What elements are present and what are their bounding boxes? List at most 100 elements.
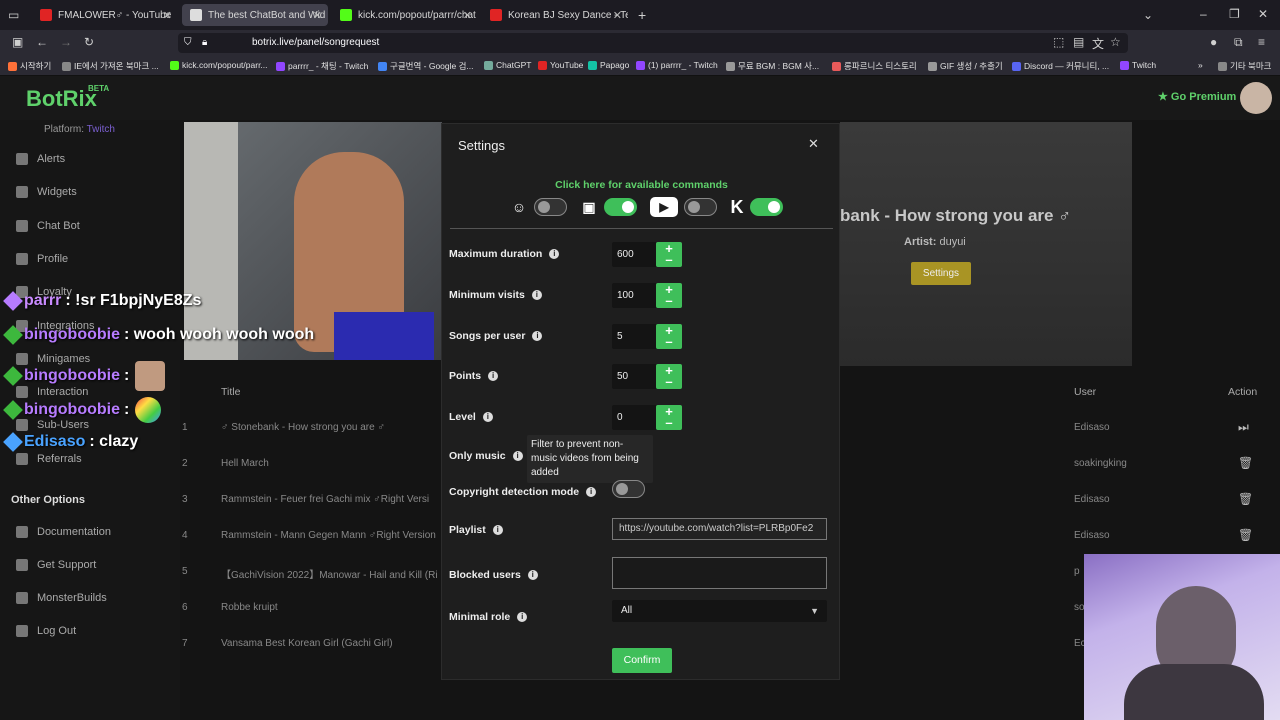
points-input[interactable]: 50 [612,364,657,389]
info-icon[interactable]: i [531,290,542,300]
toggle-switch[interactable] [604,198,637,216]
chevron-right-icon[interactable]: » [1198,60,1203,70]
sidebar-item-chat-bot[interactable]: Chat Bot [16,220,80,232]
sidebar-item-alerts[interactable]: Alerts [16,153,65,165]
close-icon[interactable]: ✕ [613,9,622,22]
close-icon[interactable]: ✕ [313,9,322,22]
menu-icon[interactable]: ≡ [1258,35,1265,49]
points-label: Points i [449,370,499,382]
chat-message: parrr : !sr F1bpjNyE8Zs [3,291,201,311]
back-icon[interactable]: ← [36,35,48,49]
info-icon[interactable]: i [512,451,523,461]
bookmark-item[interactable]: ChatGPT [484,60,531,70]
tab-youtube[interactable]: FMALOWER♂ - YouTube ✕ [32,4,178,26]
songs-per-user-input[interactable]: 5 [612,324,657,349]
close-icon[interactable]: ✕ [463,9,472,22]
toggle-switch[interactable] [750,198,783,216]
level-stepper[interactable]: + – [656,405,682,430]
playlist-input[interactable]: https://youtube.com/watch?list=PLRBp0Fe2 [612,518,827,540]
info-icon[interactable]: i [492,525,503,535]
close-icon[interactable]: ✕ [163,9,172,22]
info-icon[interactable]: i [549,249,560,259]
window-close-icon[interactable]: ✕ [1258,7,1268,21]
restore-icon[interactable]: ❐ [1229,7,1240,21]
bookmark-item[interactable]: 시작하기 [8,60,51,72]
sidebar-item-get-support[interactable]: Get Support [16,559,96,571]
column-header-title: Title [221,386,241,398]
shield-icon[interactable]: ⛉ [184,33,192,53]
profile-icon[interactable]: ● [1210,35,1217,49]
bookmark-item[interactable]: Twitch [1120,60,1156,70]
info-icon[interactable]: i [586,487,597,497]
blocked-users-input[interactable] [612,557,827,589]
bookmark-item[interactable]: YouTube [538,60,583,70]
trash-icon[interactable]: 🗑︎ [1238,492,1253,506]
video-player[interactable] [184,122,442,360]
max-duration-stepper[interactable]: + – [656,242,682,267]
toggle-switch[interactable] [534,198,567,216]
tab-list-icon[interactable]: ▭ [8,8,19,22]
info-icon[interactable]: i [482,412,493,422]
screenshot-icon[interactable]: ⬚ [1053,35,1064,49]
bookmark-item[interactable]: GIF 생성 / 추출기 [928,60,1003,72]
sidebar-item-widgets[interactable]: Widgets [16,186,77,198]
bookmark-item[interactable]: 무료 BGM : BGM 사... [726,60,819,72]
chevron-down-icon[interactable]: ⌄ [1143,8,1153,22]
lock-icon[interactable]: 🔒︎ [202,33,207,53]
reload-icon[interactable]: ↻ [84,35,94,49]
go-premium-link[interactable]: ★ Go Premium [1158,90,1236,103]
play-icon[interactable]: ⏭ [1238,420,1249,435]
min-visits-input[interactable]: 100 [612,283,657,308]
points-stepper[interactable]: + – [656,364,682,389]
sidebar-item-referrals[interactable]: Referrals [16,453,82,465]
level-input[interactable]: 0 [612,405,657,430]
youtube-icon [40,9,52,21]
bookmark-item[interactable]: 롱파르니스 티스토리 [832,60,917,72]
bookmark-item[interactable]: parrrr_ - 채팅 - Twitch [276,60,368,72]
tab-botrix[interactable]: The best ChatBot and Wid ✕ [182,4,328,26]
folder-icon [1218,61,1227,71]
logo[interactable]: BotRix [26,86,97,112]
sidebar-item-profile[interactable]: Profile [16,253,68,265]
reader-icon[interactable]: ▤ [1073,35,1084,49]
bookmark-item[interactable]: (1) parrrr_ - Twitch [636,60,718,70]
trash-icon[interactable]: 🗑︎ [1238,528,1253,542]
bookmark-item[interactable]: Papago [588,60,629,70]
url-text: botrix.live/panel/songrequest [252,37,380,48]
info-icon[interactable]: i [517,612,528,622]
url-field[interactable]: ⛉ 🔒︎ botrix.live/panel/songrequest [178,33,1128,53]
bookmark-item[interactable]: Discord — 커뮤니티, ... [1012,60,1109,72]
tab-korean-bj[interactable]: Korean BJ Sexy Dance - Termin ✕ [482,4,628,26]
copyright-toggle[interactable] [612,480,645,498]
bookmark-item[interactable]: 구글번역 - Google 검... [378,60,474,72]
minimal-role-select[interactable]: All ▼ [612,600,827,622]
sidebar-item-log-out[interactable]: Log Out [16,625,76,637]
close-icon[interactable]: ✕ [808,136,819,152]
bookmark-star-icon[interactable]: ☆ [1110,35,1121,49]
new-tab-icon[interactable]: + [638,7,646,23]
info-icon[interactable]: i [527,570,538,580]
confirm-button[interactable]: Confirm [612,648,672,673]
extensions-icon[interactable]: ⧉ [1234,35,1243,50]
bookmark-item[interactable]: kick.com/popout/parr... [170,60,268,70]
toggle-switch[interactable] [684,198,717,216]
sidebar-item-documentation[interactable]: Documentation [16,526,111,538]
commands-link[interactable]: Click here for available commands [442,179,841,191]
info-icon[interactable]: i [488,371,499,381]
row-number: 1 [182,422,188,433]
other-bookmarks[interactable]: 기타 북마크 [1218,60,1271,72]
info-icon[interactable]: i [532,331,543,341]
avatar[interactable] [1240,82,1272,114]
trash-icon[interactable]: 🗑︎ [1238,456,1253,470]
translate-icon[interactable]: 文 [1092,35,1104,52]
songs-per-user-stepper[interactable]: + – [656,324,682,349]
minimize-icon[interactable]: – [1200,7,1207,21]
sidebar-icon[interactable]: ▣ [12,35,23,49]
forward-icon[interactable]: → [60,35,72,49]
settings-button[interactable]: Settings [911,262,971,285]
min-visits-stepper[interactable]: + – [656,283,682,308]
max-duration-input[interactable]: 600 [612,242,657,267]
tab-kick[interactable]: kick.com/popout/parrr/chat ✕ [332,4,478,26]
sidebar-item-monsterbuilds[interactable]: MonsterBuilds [16,592,107,604]
bookmark-item[interactable]: IE에서 가져온 북마크 ... [62,60,159,72]
